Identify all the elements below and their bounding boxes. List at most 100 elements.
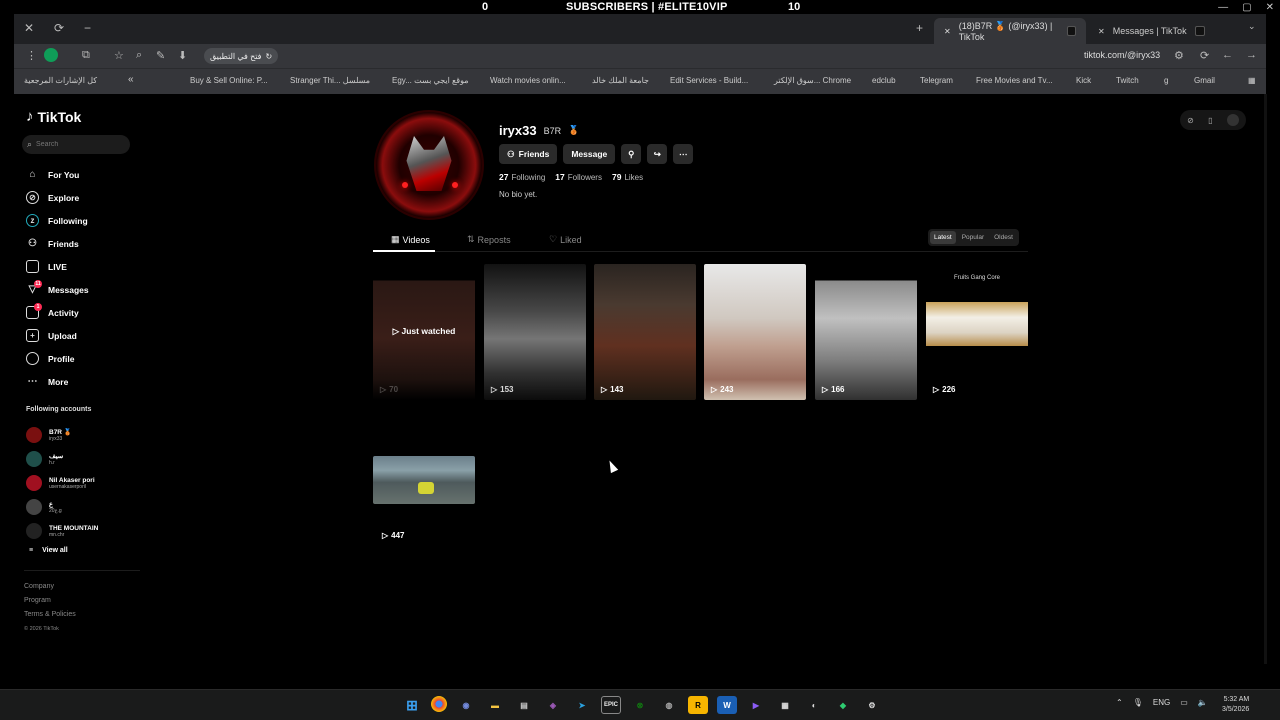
sidebar-item-explore[interactable]: ⊘ Explore [26,186,89,209]
obs-icon[interactable]: ◐ [804,696,824,714]
chrome-icon[interactable] [431,696,447,712]
steam-icon[interactable]: ◍ [659,696,679,714]
bookmark-item[interactable]: Stranger Thi... مسلسل [290,76,370,85]
following-stat[interactable]: 27 Following [499,172,545,182]
bookmark-item[interactable]: Twitch [1116,76,1139,85]
sidebar-item-messages[interactable]: ▽ 11 Messages [26,278,89,301]
sort-latest[interactable]: Latest [930,231,956,244]
tab-close-icon[interactable]: ✕ [1098,27,1105,36]
search-box[interactable]: ⌕ [22,135,130,154]
following-account[interactable]: سيف h.r [26,447,98,471]
keyboard-icon[interactable]: ▦ [775,696,795,714]
windows-start-icon[interactable]: ⊞ [402,696,422,714]
translate-icon[interactable]: ✎ [156,49,165,62]
tab-liked[interactable]: ♡ Liked [549,234,582,245]
microphone-icon[interactable]: 🎙 [1133,698,1143,707]
following-account[interactable]: ع ع20.g [26,495,98,519]
followers-stat[interactable]: 17 Followers [555,172,602,182]
tab-tiktok-profile[interactable]: ✕ (18)B7R 🥉 (@iryx33) | TikTok [934,18,1086,44]
sort-popular[interactable]: Popular [958,231,988,244]
minus-icon[interactable]: − [84,21,91,35]
bookmark-item[interactable]: Gmail [1194,76,1215,85]
video-card[interactable]: ▷ 166 [815,264,917,400]
video-card[interactable] [373,456,475,504]
forward-icon[interactable]: → [1246,49,1257,61]
profile-icon[interactable] [44,48,58,62]
page-scrollbar[interactable] [1264,94,1267,664]
video-card[interactable]: ▷ 153 [484,264,586,400]
sidebar-item-profile[interactable]: Profile [26,347,89,370]
sidebar-item-following[interactable]: z Following [26,209,89,232]
display-icon[interactable]: ▭ [1180,698,1188,707]
device-icon[interactable]: ▯ [1208,116,1212,125]
sort-oldest[interactable]: Oldest [990,231,1017,244]
following-account[interactable]: THE MOUNTAIN mn.chr [26,519,98,543]
diamond-icon[interactable]: ◆ [833,696,853,714]
open-in-app-button[interactable]: فتح في التطبيق ↻ [204,48,279,64]
bookmark-item[interactable]: Telegram [920,76,953,85]
following-account[interactable]: Nil Akaser pori usernakaserporil [26,471,98,495]
message-button[interactable]: Message [563,144,616,164]
sidebar-item-more[interactable]: ⋯ More [26,370,89,393]
rockstar-icon[interactable]: R [688,696,708,714]
bookmark-item[interactable]: Egy... موقع ايجي بست [392,76,469,85]
extensions-icon[interactable]: ⧉ [82,49,90,62]
sidebar-item-live[interactable]: LIVE [26,255,89,278]
tab-messages[interactable]: ✕ Messages | TikTok [1088,18,1236,44]
file-explorer-icon[interactable]: ▬ [485,696,505,714]
install-icon[interactable]: ⬇ [178,49,187,62]
bookmark-item[interactable]: edclub [872,76,896,85]
profile-avatar[interactable] [374,110,484,220]
bookmark-item[interactable]: Kick [1076,76,1091,85]
chevron-left-icon[interactable]: « [128,74,134,85]
share-button[interactable]: ↪ [647,144,668,164]
controller-icon[interactable]: ◈ [543,696,563,714]
back-icon[interactable]: ← [1222,49,1233,61]
more-options-button[interactable]: ⋯ [673,144,694,164]
sidebar-item-for-you[interactable]: ⌂ For You [26,163,89,186]
volume-icon[interactable]: 🔈 [1198,698,1208,707]
video-card[interactable]: ▷ 143 [594,264,696,400]
video-card[interactable]: Fruits Gang Core ▷ 226 [926,264,1028,400]
app-icon[interactable]: ▶ [746,696,766,714]
video-card[interactable]: ▷ 243 [704,264,806,400]
bookmark-item[interactable]: Buy & Sell Online: P... [190,76,268,85]
language-indicator[interactable]: ENG [1153,698,1170,707]
bookmark-item[interactable]: جامعة الملك خالد [592,76,649,85]
close-icon[interactable]: ✕ [24,21,34,35]
word-icon[interactable]: W [717,696,737,714]
discord-icon[interactable]: ◉ [456,696,476,714]
footer-link-terms[interactable]: Terms & Policies [24,608,76,622]
tab-videos[interactable]: ▦ Videos [391,234,430,245]
site-settings-icon[interactable]: ⚙ [1174,49,1184,62]
bookmark-item[interactable]: Edit Services - Build... [670,76,748,85]
tab-reposts[interactable]: ⇅ Reposts [467,234,511,245]
telegram-icon[interactable]: ➤ [572,696,592,714]
sidebar-item-upload[interactable]: + Upload [26,324,89,347]
new-tab-icon[interactable]: + [916,21,923,35]
tiktok-logo[interactable]: ♪ TikTok [26,108,81,125]
footer-link-program[interactable]: Program [24,594,76,608]
friends-button[interactable]: ⚇ Friends [499,144,558,164]
zoom-icon[interactable]: ⌕ [136,49,142,62]
tab-close-icon[interactable]: ✕ [944,27,951,36]
bookmark-item[interactable]: كل الإشارات المرجعية [24,76,97,85]
tab-search-icon[interactable]: ⌄ [1248,21,1256,32]
bookmark-item[interactable]: Free Movies and Tv... [976,76,1053,85]
chevron-up-icon[interactable]: ⌃ [1116,698,1123,707]
apps-grid-icon[interactable]: ▦ [1248,76,1256,85]
reload-icon[interactable]: ⟳ [1200,49,1209,62]
bookmark-star-icon[interactable]: ☆ [114,49,124,62]
menu-dots-icon[interactable]: ⋮ [26,49,37,62]
bookmark-item[interactable]: Watch movies onlin... [490,76,566,85]
compass-icon[interactable]: ⊘ [1187,116,1194,125]
reload-icon[interactable]: ⟳ [54,21,64,35]
url-text[interactable]: tiktok.com/@iryx33 [1084,50,1160,60]
footer-link-company[interactable]: Company [24,580,76,594]
following-account[interactable]: B7R 🥉 iryx33 [26,423,98,447]
settings-icon[interactable]: ⚙ [862,696,882,714]
epic-games-icon[interactable]: EPIC [601,696,621,714]
suggest-account-button[interactable]: ⚲ [621,144,642,164]
bookmark-item[interactable]: سوق الإلكتر... Chrome [774,76,851,85]
bookmark-item[interactable]: g [1164,76,1168,85]
